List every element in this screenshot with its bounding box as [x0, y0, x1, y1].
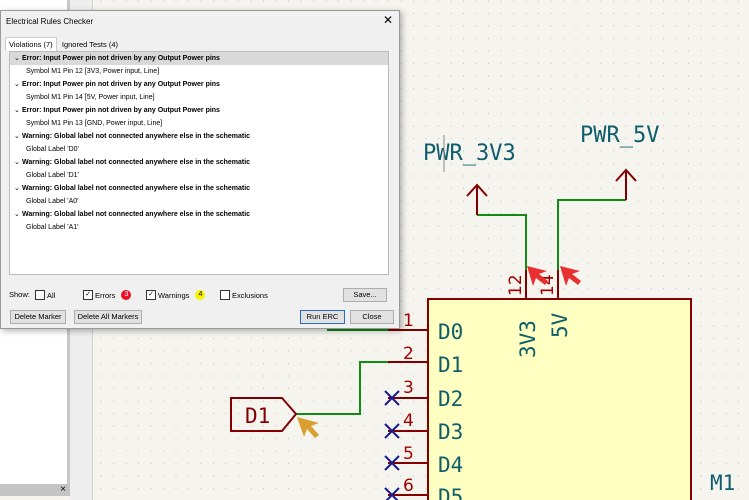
violation-heading[interactable]: ⌄ Warning: Global label not connected any… — [10, 130, 388, 143]
chevron-down-icon[interactable]: ⌄ — [14, 78, 22, 91]
pin-name: D1 — [438, 353, 463, 377]
violation-heading[interactable]: ⌄ Error: Input Power pin not driven by an… — [10, 104, 388, 117]
pin-number: 3 — [403, 378, 414, 398]
checkbox[interactable]: ✓ — [146, 290, 156, 300]
violation-heading-text: Warning: Global label not connected anyw… — [22, 185, 251, 192]
close-icon[interactable]: ✕ — [383, 13, 393, 27]
pin-number: 5 — [403, 444, 414, 464]
filter-label: Errors — [95, 290, 116, 300]
power-label-3v3: PWR_3V3 — [423, 141, 516, 166]
pin-number: 4 — [403, 411, 414, 431]
violation-heading-text: Error: Input Power pin not driven by any… — [22, 81, 220, 88]
pin-name: D0 — [438, 320, 463, 344]
chevron-down-icon[interactable]: ⌄ — [14, 156, 22, 169]
tab-violations[interactable]: Violations (7) — [5, 37, 57, 51]
run-erc-button[interactable]: Run ERC — [300, 310, 345, 324]
chevron-down-icon[interactable]: ⌄ — [14, 52, 22, 65]
violation-detail[interactable]: Symbol M1 Pin 12 [3V3, Power input, Line… — [10, 65, 388, 78]
pin-name: D2 — [438, 387, 463, 411]
delete-marker-button[interactable]: Delete Marker — [10, 310, 66, 324]
pin-number: 6 — [403, 476, 414, 496]
violation-detail[interactable]: Global Label 'D0' — [10, 143, 388, 156]
errors-count-badge: 3 — [121, 290, 132, 300]
pin-name: D3 — [438, 420, 463, 444]
violation-detail[interactable]: Global Label 'A0' — [10, 195, 388, 208]
chevron-down-icon[interactable]: ⌄ — [14, 208, 22, 221]
violation-heading[interactable]: ⌄ Warning: Global label not connected any… — [10, 182, 388, 195]
violation-heading-text: Warning: Global label not connected anyw… — [22, 211, 251, 218]
filter-errors[interactable]: ✓ Errors 3 — [83, 290, 132, 300]
violation-heading[interactable]: ⌄ Error: Input Power pin not driven by an… — [10, 78, 388, 91]
violation-heading[interactable]: ⌄ Warning: Global label not connected any… — [10, 208, 388, 221]
filter-label: Warnings — [158, 290, 190, 300]
violation-detail[interactable]: Global Label 'A1' — [10, 221, 388, 234]
filter-label: All — [47, 290, 56, 300]
checkbox[interactable] — [35, 290, 45, 300]
violation-detail[interactable]: Symbol M1 Pin 14 [5V, Power input, Line] — [10, 91, 388, 104]
pin-number: 2 — [403, 344, 414, 364]
pin-name-3v3: 3V3 — [516, 320, 540, 358]
filter-warnings[interactable]: ✓ Warnings 4 — [146, 290, 206, 300]
dialog-title: Electrical Rules Checker — [6, 17, 94, 26]
checkbox[interactable] — [220, 290, 230, 300]
filter-all[interactable]: All — [35, 290, 55, 300]
violations-list[interactable]: ⌄ Error: Input Power pin not driven by an… — [9, 51, 389, 275]
power-label-5v: PWR_5V — [580, 123, 659, 148]
tab-ignored-tests[interactable]: Ignored Tests (4) — [59, 38, 121, 51]
violation-heading-text: Error: Input Power pin not driven by any… — [22, 55, 220, 62]
save-button[interactable]: Save... — [343, 288, 387, 302]
show-label: Show: — [9, 290, 30, 299]
close-button[interactable]: Close — [350, 310, 394, 324]
pin-number: 1 — [403, 311, 414, 331]
violation-heading[interactable]: ⌄ Warning: Global label not connected any… — [10, 156, 388, 169]
pin-name: D5 — [438, 485, 463, 500]
violation-heading-text: Warning: Global label not connected anyw… — [22, 133, 251, 140]
pin-number-12: 12 — [506, 274, 526, 296]
global-label-text: D1 — [245, 404, 270, 428]
pin-name: D4 — [438, 453, 463, 477]
filter-exclusions[interactable]: Exclusions — [220, 290, 268, 300]
delete-all-markers-button[interactable]: Delete All Markers — [74, 310, 142, 324]
chevron-down-icon[interactable]: ⌄ — [14, 130, 22, 143]
filter-label: Exclusions — [232, 290, 268, 300]
checkbox[interactable]: ✓ — [83, 290, 93, 300]
violation-detail[interactable]: Global Label 'D1' — [10, 169, 388, 182]
chevron-down-icon[interactable]: ⌄ — [14, 104, 22, 117]
violation-heading-text: Warning: Global label not connected anyw… — [22, 159, 251, 166]
warnings-count-badge: 4 — [195, 290, 206, 300]
symbol-reference: M1 — [710, 471, 735, 495]
violation-heading[interactable]: ⌄ Error: Input Power pin not driven by an… — [10, 52, 388, 65]
erc-dialog: Electrical Rules Checker ✕ Violations (7… — [0, 10, 400, 329]
violation-heading-text: Error: Input Power pin not driven by any… — [22, 107, 220, 114]
chevron-down-icon[interactable]: ⌄ — [14, 182, 22, 195]
pin-name-5v: 5V — [548, 312, 572, 338]
violation-detail[interactable]: Symbol M1 Pin 13 [GND, Power input, Line… — [10, 117, 388, 130]
